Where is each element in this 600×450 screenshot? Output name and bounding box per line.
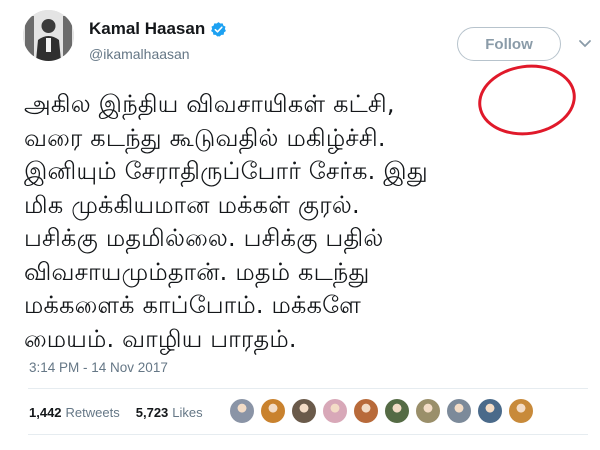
user-name[interactable]: Kamal Haasan	[89, 19, 205, 39]
tweet-line: விவசாயமும்தான். மதம் கடந்து	[24, 257, 370, 286]
liker-avatar-icon[interactable]	[446, 398, 472, 424]
divider	[28, 388, 588, 389]
likes-label: Likes	[172, 405, 203, 420]
retweets-count: 1,442	[29, 405, 62, 420]
tweet-line: மையம். வாழிய பாரதம்.	[24, 324, 297, 353]
follow-button[interactable]: Follow	[457, 27, 561, 61]
liker-avatar-icon[interactable]	[229, 398, 255, 424]
liker-avatar-icon[interactable]	[415, 398, 441, 424]
liker-avatar-icon[interactable]	[477, 398, 503, 424]
profile-photo-icon	[23, 10, 74, 61]
liker-avatar-icon[interactable]	[508, 398, 534, 424]
liker-avatar-icon[interactable]	[260, 398, 286, 424]
liker-avatar-icon[interactable]	[353, 398, 379, 424]
verified-badge-icon	[211, 21, 227, 37]
liker-avatar-icon[interactable]	[291, 398, 317, 424]
tweet-line: மக்களைக் காப்போம். மக்களே	[24, 291, 362, 319]
liker-avatar-icon[interactable]	[384, 398, 410, 424]
user-handle[interactable]: @ikamalhaasan	[89, 46, 190, 62]
tweet-line: பசிக்கு மதமில்லை. பசிக்கு பதில்	[24, 224, 384, 252]
tweet-stats: 1,442 Retweets 5,723 Likes	[29, 405, 219, 420]
likes-count: 5,723	[135, 405, 169, 420]
retweets-label: Retweets	[65, 405, 120, 420]
avatar[interactable]	[23, 10, 74, 61]
liker-avatars	[229, 398, 539, 424]
tweet-line: மிக முக்கியமான மக்கள் குரல்.	[24, 190, 360, 219]
divider	[28, 434, 588, 435]
liker-avatar-icon[interactable]	[322, 398, 348, 424]
tweet-line: இனியும் சேராதிருப்போர் சேர்க. இது	[24, 157, 428, 185]
chevron-down-icon[interactable]	[578, 39, 592, 49]
likes-stat[interactable]: 5,723 Likes	[136, 405, 203, 420]
retweets-stat[interactable]: 1,442 Retweets	[29, 405, 120, 420]
user-name-row: Kamal Haasan	[89, 19, 227, 39]
tweet-timestamp[interactable]: 3:14 PM - 14 Nov 2017	[29, 360, 168, 375]
